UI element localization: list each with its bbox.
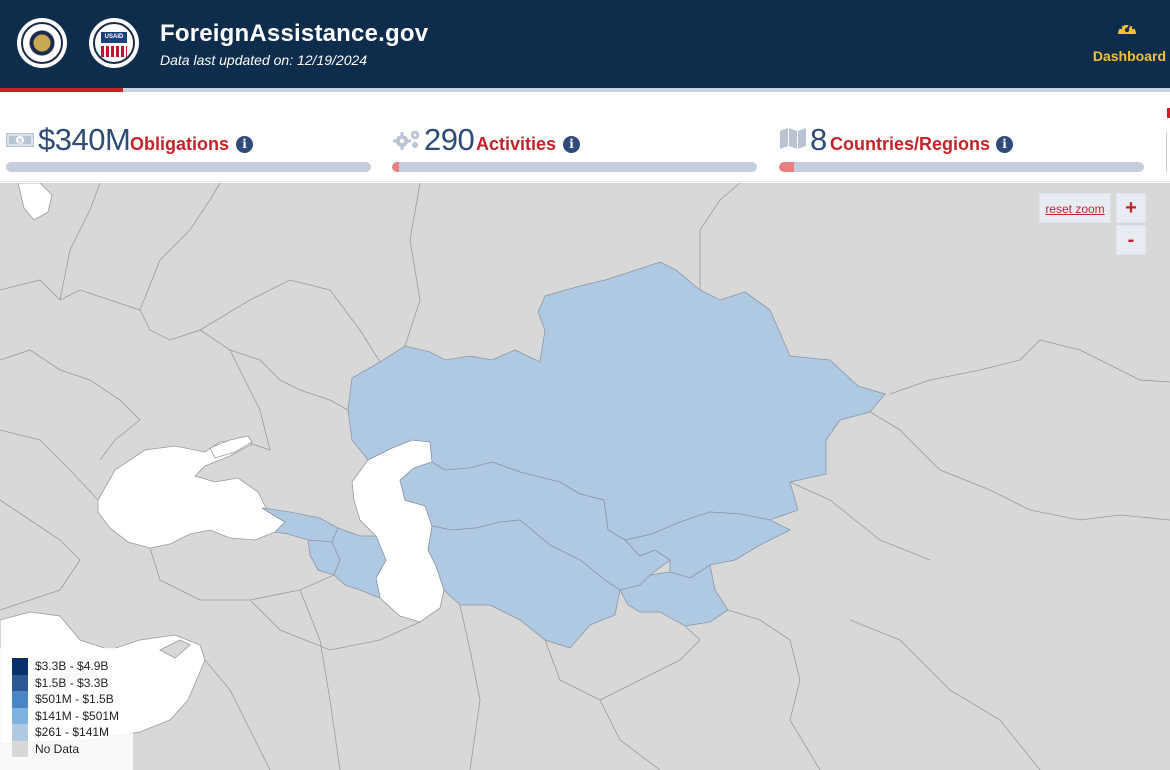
usaid-logo-text: USAID <box>104 34 124 40</box>
activities-value: 290 <box>424 122 475 157</box>
speedometer-icon <box>1118 22 1136 34</box>
legend-item: $1.5B - $3.3B <box>12 674 133 691</box>
department-of-state-seal-logo[interactable] <box>17 18 67 68</box>
activities-label: Activities <box>476 134 557 154</box>
countries-stat: 8 Countries/Regions i <box>779 122 1145 172</box>
legend-label: $3.3B - $4.9B <box>35 659 109 673</box>
usaid-seal-logo[interactable]: USAID <box>89 18 139 68</box>
obligations-stat: $ $340M Obligations i <box>6 122 372 172</box>
dashboard-label: Dashboard <box>1092 48 1166 64</box>
countries-value: 8 <box>810 122 827 157</box>
map-canvas[interactable] <box>0 183 1170 770</box>
zoom-in-button[interactable]: + <box>1116 193 1146 223</box>
legend-swatch <box>12 658 28 675</box>
legend-swatch <box>12 724 28 741</box>
legend-item: $261 - $141M <box>12 724 133 741</box>
white-sea-inlet <box>17 183 53 221</box>
legend-label: No Data <box>35 741 80 756</box>
legend-item: No Data <box>12 740 133 757</box>
svg-text:$: $ <box>18 137 23 145</box>
legend-label: $1.5B - $3.3B <box>35 675 109 690</box>
gears-icon <box>393 130 420 150</box>
legend-item: $501M - $1.5B <box>12 691 133 708</box>
black-sea <box>97 439 286 549</box>
summary-stats: $ $340M Obligations i 290 Activities i 8… <box>0 92 1170 182</box>
obligations-value: $340M <box>38 122 131 157</box>
map-legend: $3.3B - $4.9B $1.5B - $3.3B $501M - $1.5… <box>0 648 133 770</box>
zoom-out-button[interactable]: - <box>1116 225 1146 255</box>
countries-bar-fill <box>779 162 794 172</box>
info-icon[interactable]: i <box>563 136 580 153</box>
legend-label: $261 - $141M <box>35 725 110 739</box>
countries-bar <box>779 162 1144 172</box>
info-icon[interactable]: i <box>236 136 253 153</box>
seal-eagle-icon <box>21 22 63 64</box>
legend-label: $141M - $501M <box>35 708 120 723</box>
activities-bar <box>392 162 757 172</box>
legend-swatch <box>12 740 28 757</box>
activities-stat: 290 Activities i <box>392 122 758 172</box>
map-icon <box>780 128 806 149</box>
legend-item: $3.3B - $4.9B <box>12 658 133 675</box>
legend-label: $501M - $1.5B <box>35 692 114 706</box>
legend-swatch <box>12 707 28 724</box>
data-updated-text: Data last updated on: 12/19/2024 <box>160 52 368 68</box>
info-icon[interactable]: i <box>996 136 1013 153</box>
panel-edge <box>1166 132 1170 172</box>
choropleth-map[interactable]: reset zoom + - $3.3B - $4.9B $1.5B - $3.… <box>0 183 1170 770</box>
site-header: USAID ForeignAssistance.gov Data last up… <box>0 0 1170 88</box>
activities-bar-fill <box>392 162 400 172</box>
legend-swatch <box>12 691 28 708</box>
reset-zoom-button[interactable]: reset zoom <box>1039 193 1111 223</box>
money-icon: $ <box>6 133 34 147</box>
obligations-label: Obligations <box>130 134 229 154</box>
flag-stripes-icon <box>101 46 127 57</box>
highlighted-countries[interactable] <box>261 261 886 649</box>
obligations-bar <box>6 162 371 172</box>
site-title[interactable]: ForeignAssistance.gov <box>160 20 428 48</box>
legend-item: $141M - $501M <box>12 707 133 724</box>
legend-swatch <box>12 674 28 691</box>
countries-label: Countries/Regions <box>830 134 991 154</box>
